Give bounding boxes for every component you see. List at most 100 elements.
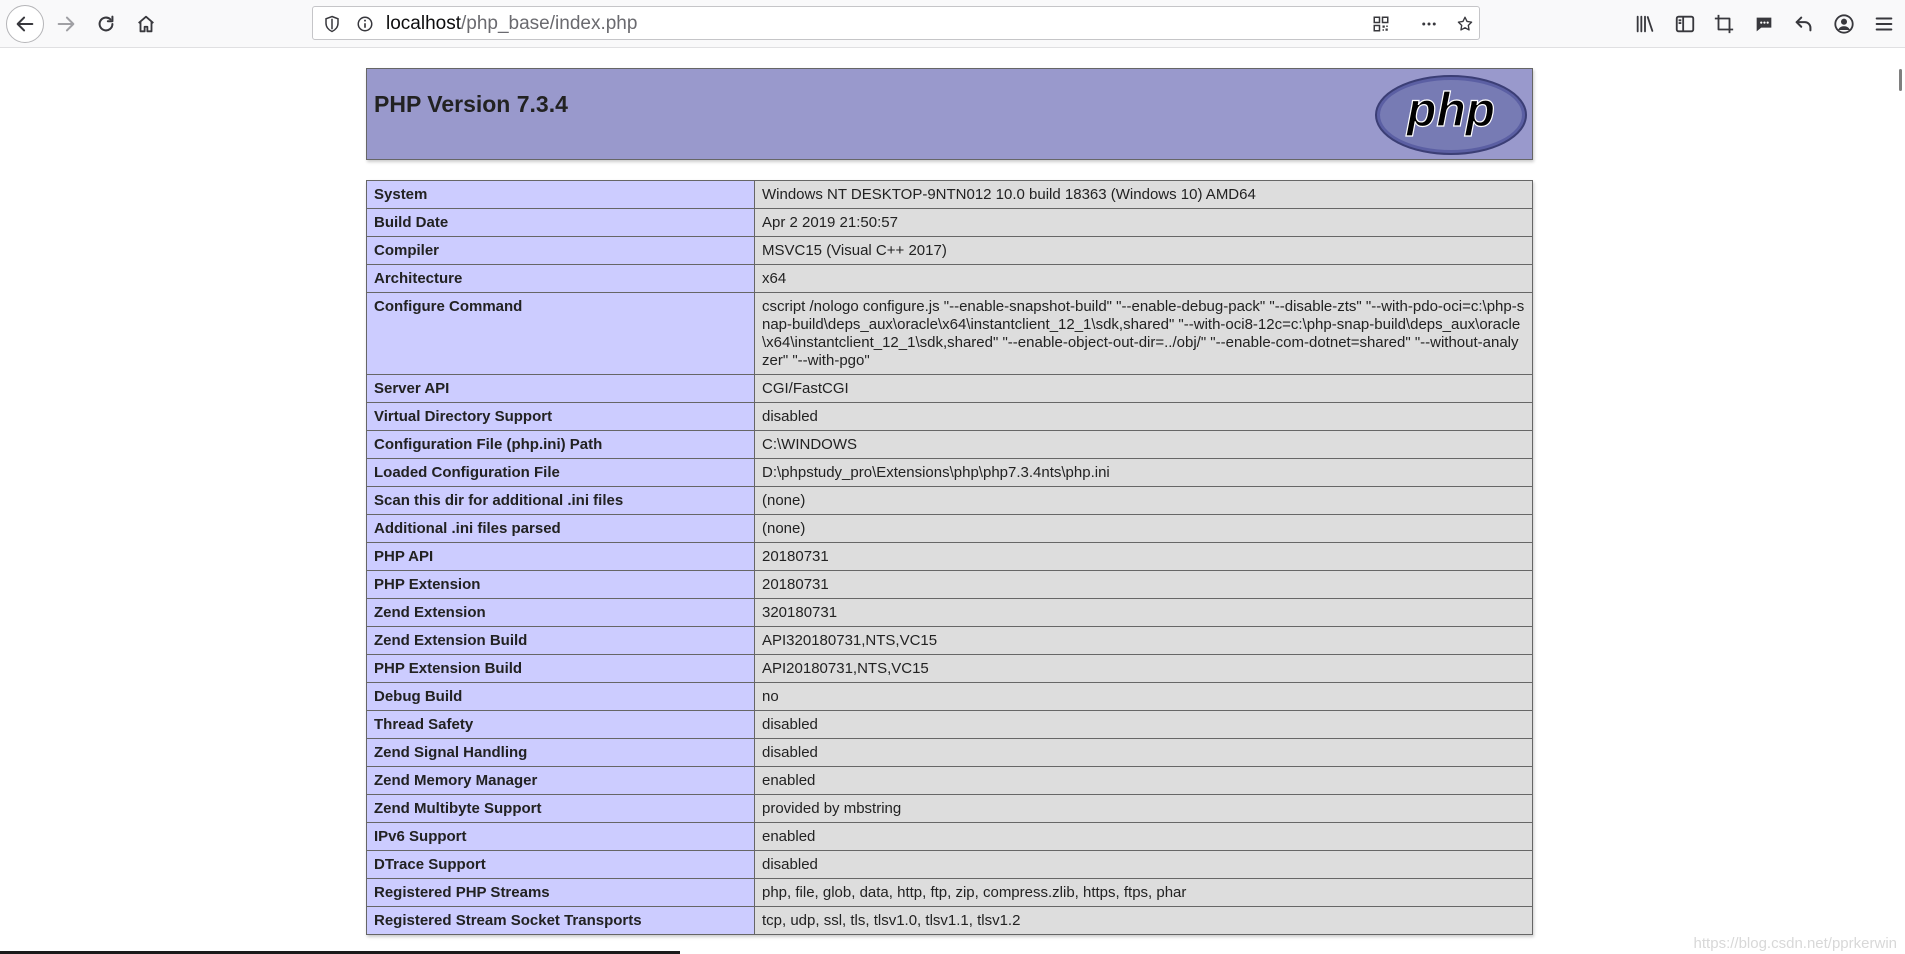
row-label: Additional .ini files parsed	[366, 514, 755, 543]
row-value: disabled	[754, 850, 1533, 879]
star-icon[interactable]	[1454, 13, 1476, 35]
table-row: Debug Build no	[366, 682, 1533, 711]
table-row: Configure Command cscript /nologo configu…	[366, 292, 1533, 375]
row-value: disabled	[754, 402, 1533, 431]
row-value: 20180731	[754, 570, 1533, 599]
row-value: provided by mbstring	[754, 794, 1533, 823]
row-label: Zend Memory Manager	[366, 766, 755, 795]
table-row: Thread Safety disabled	[366, 710, 1533, 739]
table-row: Zend Signal Handling disabled	[366, 738, 1533, 767]
url-text[interactable]: localhost/php_base/index.php	[386, 13, 637, 35]
row-label: Zend Extension Build	[366, 626, 755, 655]
row-value: Windows NT DESKTOP-9NTN012 10.0 build 18…	[754, 180, 1533, 209]
php-logo-text: php	[1405, 84, 1495, 137]
row-value: (none)	[754, 514, 1533, 543]
row-label: Server API	[366, 374, 755, 403]
table-row: Zend Memory Manager enabled	[366, 766, 1533, 795]
row-value: Apr 2 2019 21:50:57	[754, 208, 1533, 237]
table-row: Architecture x64	[366, 264, 1533, 293]
row-label: Loaded Configuration File	[366, 458, 755, 487]
back-arrow-icon[interactable]	[6, 5, 44, 43]
table-row: Loaded Configuration File D:\phpstudy_pro…	[366, 458, 1533, 487]
url-path: /php_base/index.php	[461, 13, 638, 34]
table-row: Registered Stream Socket Transports tcp, …	[366, 906, 1533, 935]
row-label: PHP Extension	[366, 570, 755, 599]
browser-toolbar: localhost/php_base/index.php	[0, 0, 1905, 48]
table-row: Registered PHP Streams php, file, glob, d…	[366, 878, 1533, 907]
row-label: Configure Command	[366, 292, 755, 375]
table-row: Zend Extension 320180731	[366, 598, 1533, 627]
url-bar[interactable]: localhost/php_base/index.php	[312, 6, 1480, 40]
row-value: no	[754, 682, 1533, 711]
row-value: D:\phpstudy_pro\Extensions\php\php7.3.4n…	[754, 458, 1533, 487]
row-value: disabled	[754, 710, 1533, 739]
library-icon[interactable]	[1632, 11, 1658, 37]
table-row: IPv6 Support enabled	[366, 822, 1533, 851]
row-value: 20180731	[754, 542, 1533, 571]
php-version-header: PHP Version 7.3.4 php	[366, 68, 1533, 160]
row-value: API20180731,NTS,VC15	[754, 654, 1533, 683]
row-label: Compiler	[366, 236, 755, 265]
table-row: Compiler MSVC15 (Visual C++ 2017)	[366, 236, 1533, 265]
php-info-table: System Windows NT DESKTOP-9NTN012 10.0 bu…	[366, 180, 1533, 935]
row-label: Thread Safety	[366, 710, 755, 739]
table-row: DTrace Support disabled	[366, 850, 1533, 879]
table-row: Scan this dir for additional .ini files(…	[366, 486, 1533, 515]
row-label: DTrace Support	[366, 850, 755, 879]
row-value: enabled	[754, 822, 1533, 851]
row-label: Registered PHP Streams	[366, 878, 755, 907]
table-row: Additional .ini files parsed (none)	[366, 514, 1533, 543]
row-value: cscript /nologo configure.js "--enable-s…	[754, 292, 1533, 375]
row-label: PHP Extension Build	[366, 654, 755, 683]
watermark: https://blog.csdn.net/pprkerwin	[1693, 935, 1897, 952]
row-label: Architecture	[366, 264, 755, 293]
table-row: Virtual Directory Support disabled	[366, 402, 1533, 431]
row-value: x64	[754, 264, 1533, 293]
php-logo[interactable]: php	[1374, 74, 1528, 156]
undo-icon[interactable]	[1791, 11, 1817, 37]
row-label: Configuration File (php.ini) Path	[366, 430, 755, 459]
row-value: CGI/FastCGI	[754, 374, 1533, 403]
shield-icon[interactable]	[321, 13, 343, 35]
home-icon[interactable]	[127, 5, 165, 43]
table-row: System Windows NT DESKTOP-9NTN012 10.0 bu…	[366, 180, 1533, 209]
row-label: Zend Multibyte Support	[366, 794, 755, 823]
row-label: PHP API	[366, 542, 755, 571]
table-row: Zend Extension Build API320180731,NTS,VC1…	[366, 626, 1533, 655]
more-icon[interactable]	[1418, 13, 1440, 35]
row-value: php, file, glob, data, http, ftp, zip, c…	[754, 878, 1533, 907]
row-value: 320180731	[754, 598, 1533, 627]
row-value: API320180731,NTS,VC15	[754, 626, 1533, 655]
forward-arrow-icon[interactable]	[47, 5, 85, 43]
qr-code-icon[interactable]	[1370, 13, 1392, 35]
row-value: MSVC15 (Visual C++ 2017)	[754, 236, 1533, 265]
row-label: Zend Extension	[366, 598, 755, 627]
page-title: PHP Version 7.3.4	[374, 91, 568, 117]
row-label: Zend Signal Handling	[366, 738, 755, 767]
account-icon[interactable]	[1831, 11, 1857, 37]
row-value: tcp, udp, ssl, tls, tlsv1.0, tlsv1.1, tl…	[754, 906, 1533, 935]
table-row: Server API CGI/FastCGI	[366, 374, 1533, 403]
crop-icon[interactable]	[1711, 11, 1737, 37]
row-value: enabled	[754, 766, 1533, 795]
page-content: PHP Version 7.3.4 php System Windows NT D…	[0, 49, 1905, 954]
table-row: PHP Extension 20180731	[366, 570, 1533, 599]
row-value: disabled	[754, 738, 1533, 767]
menu-icon[interactable]	[1871, 11, 1897, 37]
table-row: PHP Extension Build API20180731,NTS,VC15	[366, 654, 1533, 683]
info-icon[interactable]	[354, 13, 376, 35]
sidebar-icon[interactable]	[1672, 11, 1698, 37]
table-row: Configuration File (php.ini) Path C:\WIND…	[366, 430, 1533, 459]
row-label: Registered Stream Socket Transports	[366, 906, 755, 935]
row-value: C:\WINDOWS	[754, 430, 1533, 459]
row-label: System	[366, 180, 755, 209]
row-label: Virtual Directory Support	[366, 402, 755, 431]
row-label: Scan this dir for additional .ini files	[366, 486, 755, 515]
row-label: Debug Build	[366, 682, 755, 711]
table-row: Zend Multibyte Support provided by mbstri…	[366, 794, 1533, 823]
table-row: Build Date Apr 2 2019 21:50:57	[366, 208, 1533, 237]
reload-icon[interactable]	[87, 5, 125, 43]
scrollbar[interactable]	[1899, 69, 1902, 91]
row-label: Build Date	[366, 208, 755, 237]
chat-icon[interactable]	[1751, 11, 1777, 37]
